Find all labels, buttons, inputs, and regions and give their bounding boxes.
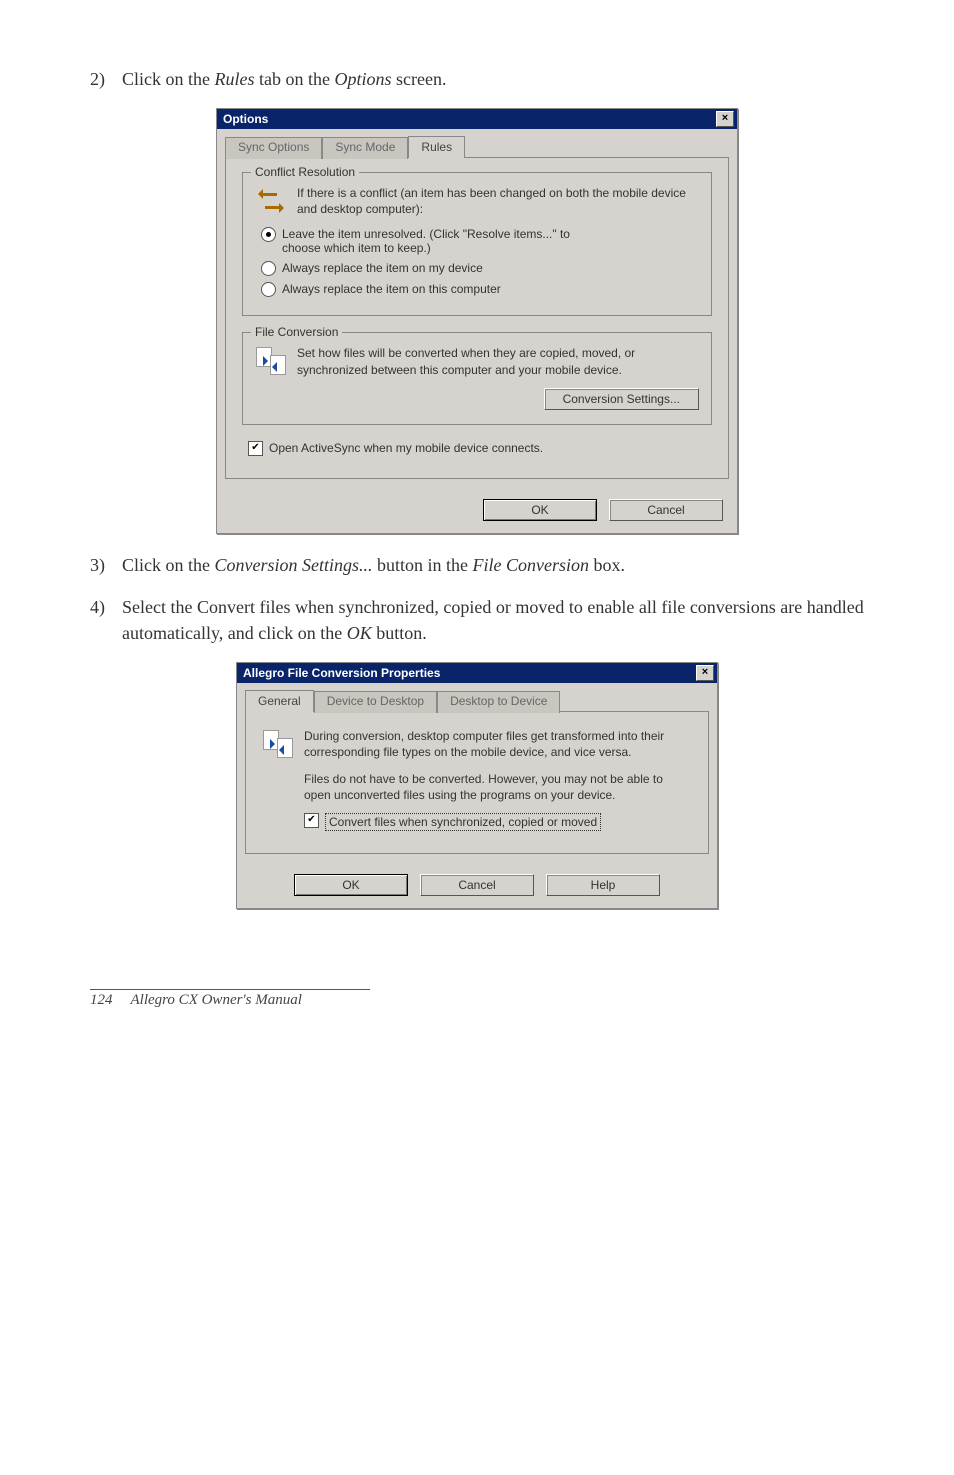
titlebar: Allegro File Conversion Properties × [237,663,717,683]
tab-rules[interactable]: Rules [408,136,465,158]
text: Click on the [122,69,215,89]
tabstrip: General Device to Desktop Desktop to Dev… [237,683,717,711]
options-dialog: Options × Sync Options Sync Mode Rules C… [216,108,738,534]
tab-panel-general: During conversion, desktop computer file… [245,711,709,854]
radio-icon [261,227,276,242]
dialog-title: Options [223,112,268,126]
checkbox-label: Open ActiveSync when my mobile device co… [269,441,543,455]
step-number: 4) [90,594,122,646]
conversion-desc-1: During conversion, desktop computer file… [304,728,692,760]
checkbox-icon [304,813,319,828]
file-conversion-icon [255,345,287,377]
step-number: 2) [90,66,122,92]
group-legend: File Conversion [251,325,342,339]
text: box. [589,555,625,575]
em: Conversion Settings... [215,555,373,575]
em: OK [347,623,372,643]
radio-replace-on-device[interactable]: Always replace the item on my device [261,261,699,276]
step-4: 4) Select the Convert files when synchro… [90,594,864,646]
dialog-title: Allegro File Conversion Properties [243,666,440,680]
cancel-button[interactable]: Cancel [420,874,534,896]
tab-sync-mode[interactable]: Sync Mode [322,137,408,159]
manual-title: Allegro CX Owner's Manual [131,992,302,1009]
group-file-conversion: File Conversion Set how files will be co… [242,332,712,424]
spacer-icon [262,771,294,803]
tab-panel-rules: Conflict Resolution If there is a confli… [225,157,729,479]
text: screen. [392,69,447,89]
text: Select the Convert files when synchroniz… [122,597,864,643]
tab-sync-options[interactable]: Sync Options [225,137,322,159]
radio-leave-unresolved[interactable]: Leave the item unresolved. (Click "Resol… [261,227,699,255]
step-2: 2) Click on the Rules tab on the Options… [90,66,864,92]
dialog-button-row: OK Cancel [217,489,737,533]
radio-icon [261,261,276,276]
fileconv-info-text: Set how files will be converted when the… [297,345,699,377]
group-legend: Conflict Resolution [251,165,359,179]
text: button. [372,623,427,643]
checkbox-open-activesync[interactable]: Open ActiveSync when my mobile device co… [248,441,712,456]
page-footer: 124 Allegro CX Owner's Manual [90,989,370,1009]
file-conversion-icon [262,728,294,760]
titlebar: Options × [217,109,737,129]
step-text: Click on the Rules tab on the Options sc… [122,66,864,92]
group-conflict-resolution: Conflict Resolution If there is a confli… [242,172,712,316]
step-text: Click on the Conversion Settings... butt… [122,552,864,578]
help-button[interactable]: Help [546,874,660,896]
page-number: 124 [90,992,113,1009]
cancel-button[interactable]: Cancel [609,499,723,521]
conversion-properties-dialog: Allegro File Conversion Properties × Gen… [236,662,718,909]
conversion-settings-button[interactable]: Conversion Settings... [544,388,699,410]
radio-icon [261,282,276,297]
radio-label: choose which item to keep.) [282,241,431,255]
tabstrip: Sync Options Sync Mode Rules [217,129,737,157]
tab-device-to-desktop[interactable]: Device to Desktop [314,691,437,713]
radio-label: Always replace the item on my device [282,261,483,275]
checkbox-label: Convert files when synchronized, copied … [325,813,601,831]
checkbox-convert-files[interactable]: Convert files when synchronized, copied … [304,813,692,831]
conflict-info-text: If there is a conflict (an item has been… [297,185,699,217]
dialog-button-row: OK Cancel Help [237,864,717,908]
text: button in the [373,555,473,575]
step-number: 3) [90,552,122,578]
sync-conflict-icon [255,185,287,217]
conversion-desc-2: Files do not have to be converted. Howev… [304,771,692,803]
radio-label: Leave the item unresolved. (Click "Resol… [282,227,570,241]
text: Click on the [122,555,215,575]
text: tab on the [255,69,335,89]
em: Rules [215,69,255,89]
tab-general[interactable]: General [245,690,314,712]
close-icon[interactable]: × [716,111,734,127]
ok-button[interactable]: OK [294,874,408,896]
close-icon[interactable]: × [696,665,714,681]
em: File Conversion [473,555,589,575]
checkbox-icon [248,441,263,456]
step-3: 3) Click on the Conversion Settings... b… [90,552,864,578]
tab-desktop-to-device[interactable]: Desktop to Device [437,691,560,713]
em: Options [334,69,391,89]
radio-label: Always replace the item on this computer [282,282,501,296]
ok-button[interactable]: OK [483,499,597,521]
step-text: Select the Convert files when synchroniz… [122,594,864,646]
radio-replace-on-computer[interactable]: Always replace the item on this computer [261,282,699,297]
